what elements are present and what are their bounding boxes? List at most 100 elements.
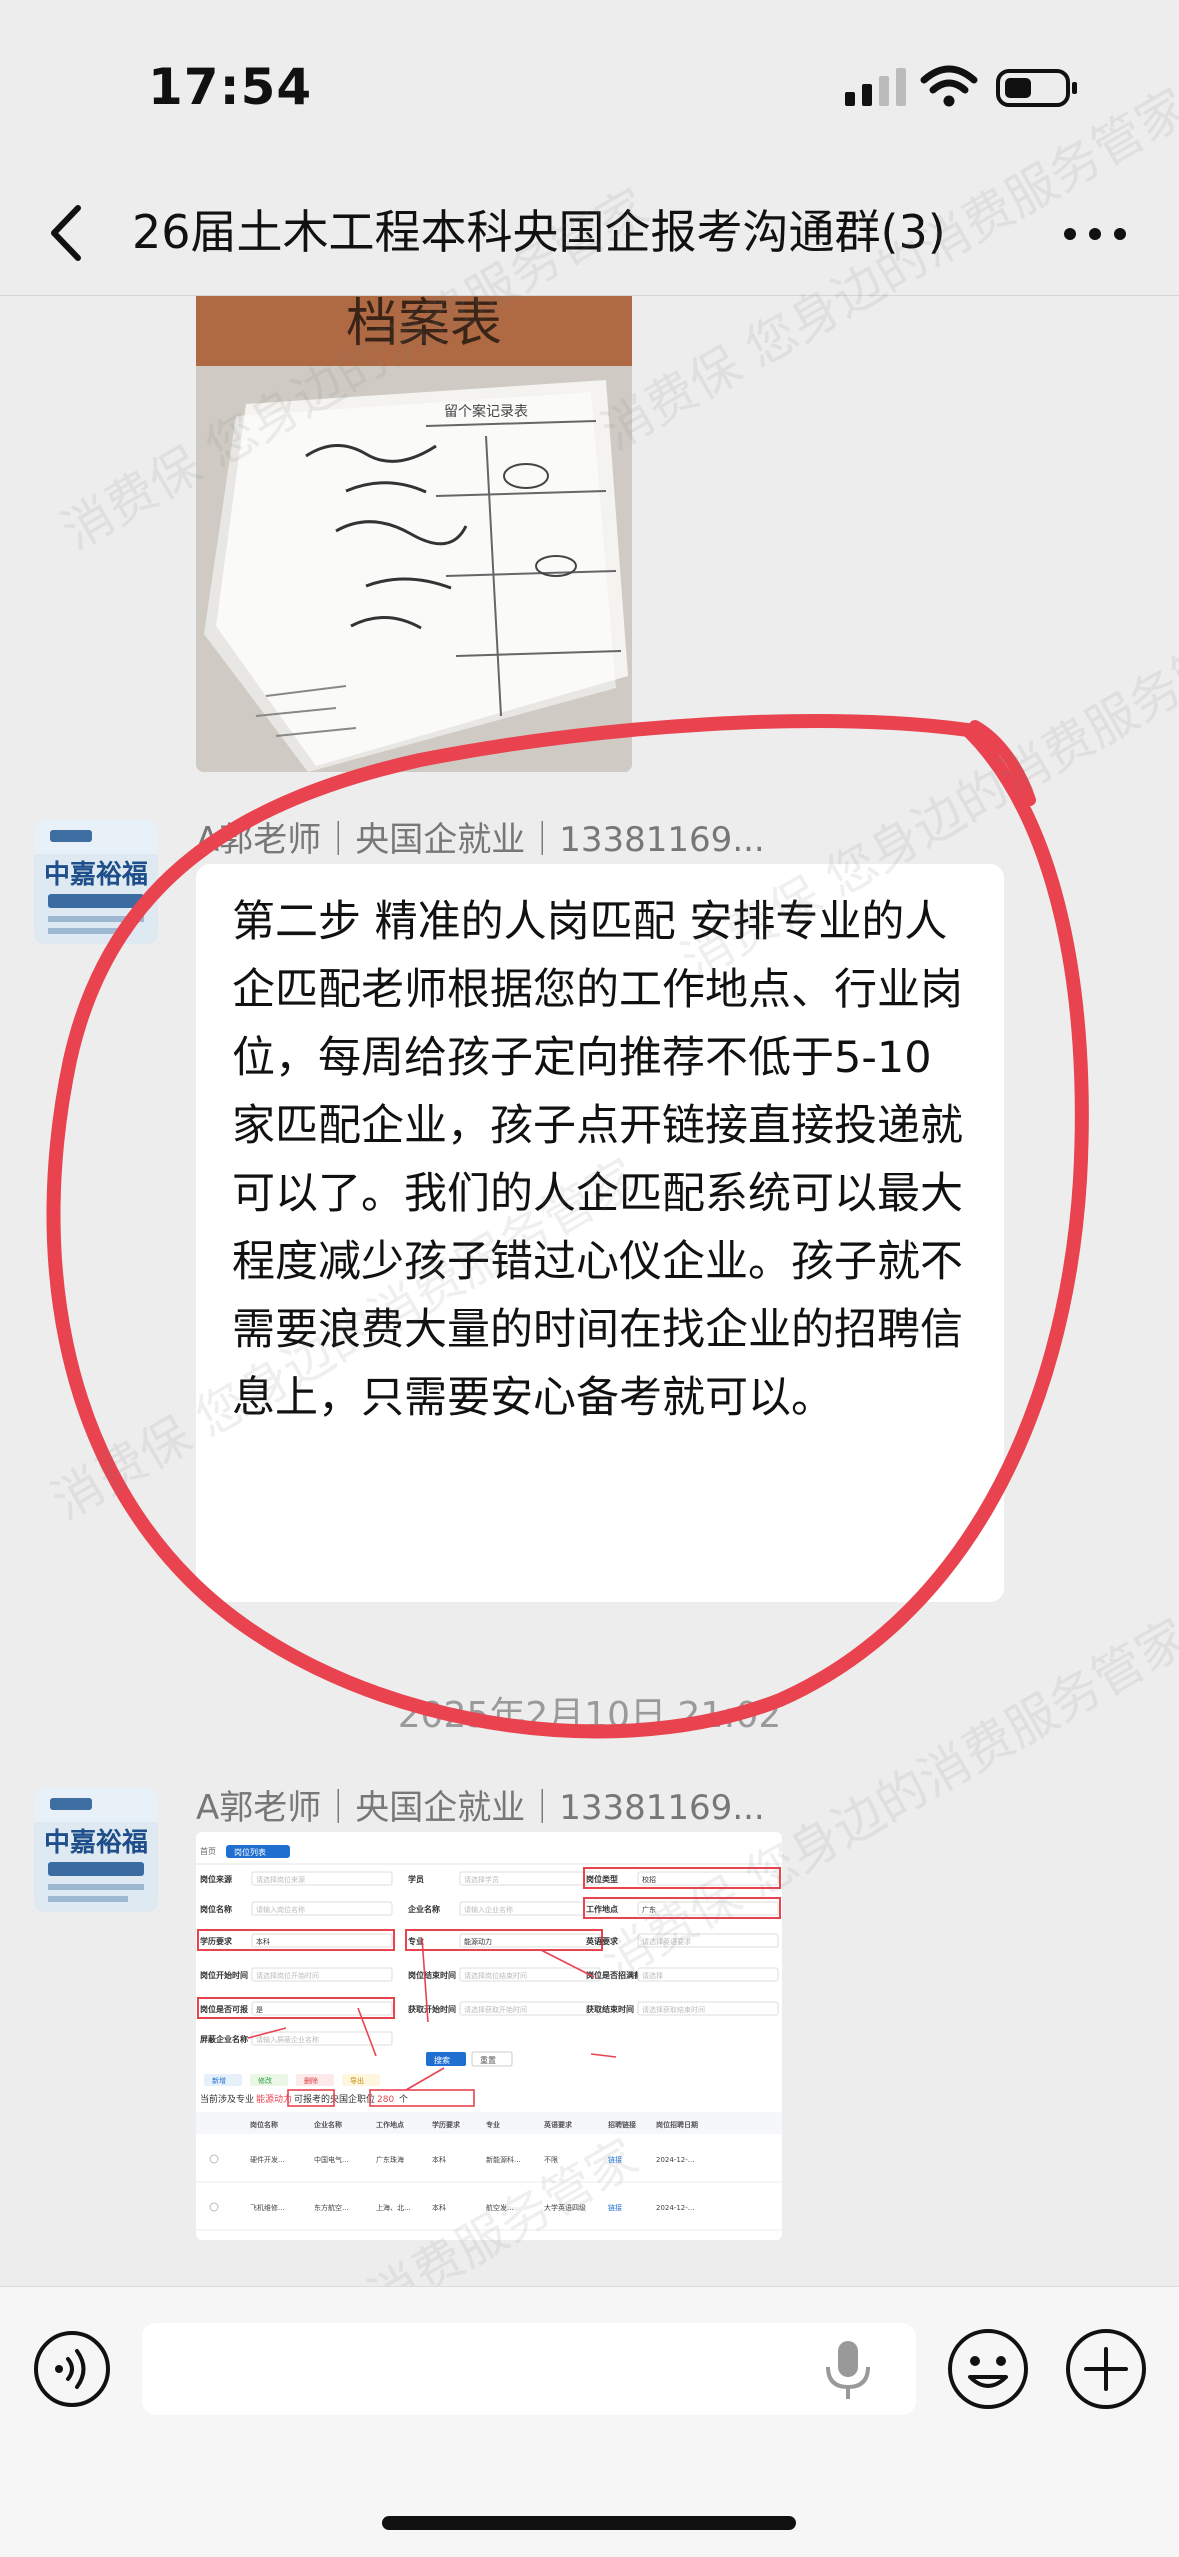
summary-suffix: 个 xyxy=(399,2094,408,2105)
back-chevron-icon[interactable] xyxy=(40,200,100,266)
sender-name: A郭老师｜央国企就业｜13381169... xyxy=(196,1788,765,1828)
action-button-label: 导出 xyxy=(350,2076,364,2085)
filter-value: 请选择 xyxy=(642,1971,663,1980)
message-timestamp: 2025年2月10日 21:02 xyxy=(397,1695,782,1736)
home-indicator xyxy=(382,2516,796,2530)
table-header-cell: 岗位招聘日期 xyxy=(656,2120,698,2129)
filter-label: 英语要求 xyxy=(585,1936,619,1946)
tab-home: 首页 xyxy=(200,1846,216,1856)
avatar-brand-text: 中嘉裕福 xyxy=(43,860,148,890)
action-button-label: 删除 xyxy=(304,2076,318,2085)
table-cell: 链接 xyxy=(608,2203,622,2212)
wifi-icon xyxy=(920,65,978,107)
filter-value: 是 xyxy=(256,2006,263,2014)
table-cell: 东方航空... xyxy=(314,2203,349,2212)
text-message-bubble[interactable]: 第二步 精准的人岗匹配 安排专业的人企匹配老师根据您的工作地点、行业岗位，每周给… xyxy=(196,864,1004,1602)
microphone-icon[interactable] xyxy=(820,2339,876,2401)
more-options-icon[interactable] xyxy=(1060,222,1130,246)
tab-active: 岗位列表 xyxy=(234,1847,266,1857)
table-cell: 链接 xyxy=(608,2155,622,2164)
filter-value: 请选择英语要求 xyxy=(642,1937,691,1946)
table-header-cell: 英语要求 xyxy=(543,2120,573,2129)
job-system-screenshot: 首页 岗位列表岗位来源 请选择岗位来源 学员 请选择学员 岗位类型 校招岗位名称 请输入岗位名… xyxy=(196,1845,782,2231)
table-cell: 不限 xyxy=(544,2155,558,2164)
filter-label: 学员 xyxy=(408,1874,424,1884)
filter-value: 广东 xyxy=(642,1905,656,1914)
doc-title-text: 档案表 xyxy=(346,296,502,354)
row-checkbox xyxy=(209,2202,219,2212)
message-text: 第二步 精准的人岗匹配 安排专业的人企匹配老师根据您的工作地点、行业岗位，每周给… xyxy=(232,897,963,1423)
filter-label: 学历要求 xyxy=(200,1936,233,1946)
table-cell: 本科 xyxy=(432,2155,446,2164)
row-checkbox xyxy=(209,2154,219,2164)
table-cell: 中国电气... xyxy=(314,2155,349,2164)
filter-value: 请选择获取开始时间 xyxy=(464,2005,527,2014)
message-list[interactable]: 档案表 留个案记录表 中嘉裕福 A郭老师｜央国企就业｜13381169... 第… xyxy=(0,296,1179,2286)
filter-label: 岗位是否可报 xyxy=(200,2004,248,2014)
table-header-cell: 学历要求 xyxy=(432,2120,461,2129)
document-photo-image: 档案表 留个案记录表 xyxy=(196,296,632,772)
table-header-cell: 专业 xyxy=(486,2120,500,2129)
filter-value: 请输入企业名称 xyxy=(464,1905,513,1914)
search-button-label: 搜索 xyxy=(434,2055,450,2065)
filter-label: 岗位名称 xyxy=(200,1904,232,1914)
filter-value: 请选择获取结束时间 xyxy=(642,2005,705,2014)
sender-name: A郭老师｜央国企就业｜13381169... xyxy=(196,820,765,860)
voice-input-icon[interactable] xyxy=(32,2329,112,2409)
table-cell: 2024-12-... xyxy=(656,2204,694,2212)
emoji-icon[interactable] xyxy=(946,2327,1030,2411)
document-photo-message[interactable]: 档案表 留个案记录表 xyxy=(196,296,632,772)
filter-value: 请选择岗位结束时间 xyxy=(464,1971,527,1980)
filter-label: 企业名称 xyxy=(407,1904,440,1914)
filter-input-box xyxy=(251,1933,393,1948)
filter-value: 请选择岗位开始时间 xyxy=(256,1971,319,1980)
filter-label: 获取结束时间 xyxy=(585,2004,634,2014)
table-header-cell: 岗位名称 xyxy=(250,2120,278,2129)
filter-label: 屏蔽企业名称 xyxy=(200,2034,248,2044)
table-cell: 新能源科... xyxy=(486,2155,521,2164)
chat-header: 26届土木工程本科央国企报考沟通群(3) xyxy=(0,170,1179,296)
message-input[interactable] xyxy=(142,2323,916,2415)
summary-prefix: 当前涉及专业 xyxy=(200,2093,254,2105)
filter-input-box xyxy=(637,1871,779,1886)
status-bar: 17:54 xyxy=(0,0,1179,170)
filter-label: 岗位开始时间 xyxy=(200,1970,248,1980)
filter-value: 请输入岗位名称 xyxy=(256,1905,305,1914)
filter-label: 岗位来源 xyxy=(200,1874,232,1884)
filter-label: 岗位类型 xyxy=(586,1874,618,1884)
status-time: 17:54 xyxy=(148,58,313,116)
reset-button-label: 重置 xyxy=(480,2055,496,2065)
filter-value: 请选择岗位来源 xyxy=(256,1875,305,1884)
screenshot-image-message[interactable]: 首页 岗位列表岗位来源 请选择岗位来源 学员 请选择学员 岗位类型 校招岗位名称 请输入岗位名… xyxy=(196,1832,782,2240)
table-cell: 飞机维修... xyxy=(250,2203,285,2212)
filter-value: 请输入屏蔽企业名称 xyxy=(256,2035,319,2044)
table-cell: 2024-12-... xyxy=(656,2156,694,2164)
filter-value: 校招 xyxy=(642,1875,656,1884)
avatar[interactable]: 中嘉裕福 xyxy=(34,820,158,944)
plus-icon[interactable] xyxy=(1064,2327,1148,2411)
action-button-label: 新增 xyxy=(212,2076,226,2085)
table-header-cell: 企业名称 xyxy=(313,2120,342,2129)
table-cell: 上海、北... xyxy=(376,2203,411,2212)
table-cell: 本科 xyxy=(432,2203,446,2212)
annotation-arrow xyxy=(405,2067,445,2091)
filter-label: 岗位结束时间 xyxy=(408,1970,456,1980)
table-cell: 航空发... xyxy=(486,2203,514,2212)
filter-label: 获取开始时间 xyxy=(407,2004,456,2014)
table-cell: 广东珠海 xyxy=(376,2155,404,2164)
avatar[interactable]: 中嘉裕福 xyxy=(34,1788,158,1912)
filter-input-box xyxy=(637,1901,779,1916)
table-header-cell: 招聘链接 xyxy=(608,2120,636,2129)
filter-value: 能源动力 xyxy=(464,1937,492,1946)
cellular-signal-icon xyxy=(845,68,906,106)
chat-title: 26届土木工程本科央国企报考沟通群(3) xyxy=(132,205,946,259)
table-cell: 硬件开发... xyxy=(250,2155,285,2164)
summary-count: 280 xyxy=(377,2095,394,2105)
filter-value: 请选择学员 xyxy=(464,1875,499,1884)
avatar-brand-text: 中嘉裕福 xyxy=(43,1828,148,1858)
filter-label: 工作地点 xyxy=(586,1904,618,1914)
table-cell: 大学英语四级 xyxy=(544,2203,586,2212)
doc-form-title: 留个案记录表 xyxy=(444,403,528,420)
filter-value: 本科 xyxy=(256,1937,270,1946)
summary-major: 能源动力 xyxy=(256,2093,292,2105)
